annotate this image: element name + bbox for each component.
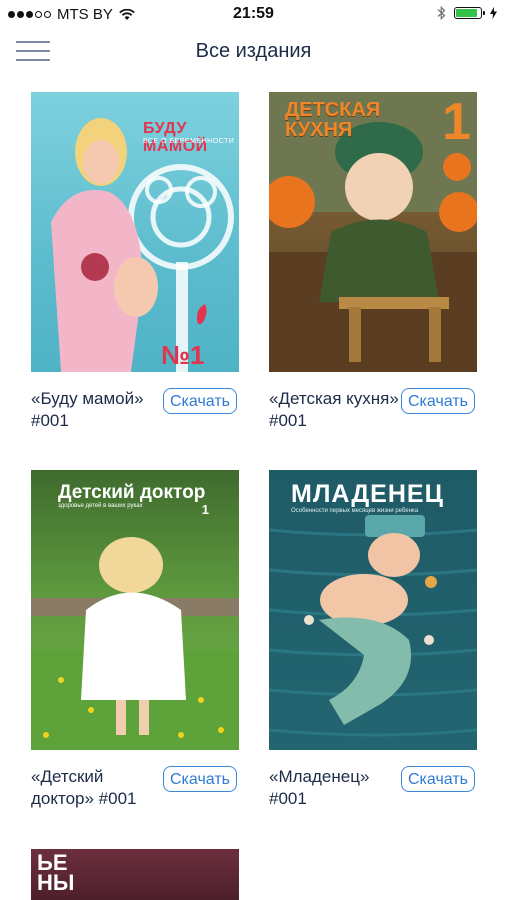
cover-title: ЬЕ НЫ	[37, 852, 75, 895]
issue-caption: «Буду мамой» #001	[31, 389, 144, 430]
download-button[interactable]: Скачать	[163, 766, 237, 792]
cover-title: МЛАДЕНЕЦ	[291, 480, 444, 508]
cover-title: ДЕТСКАЯ КУХНЯ	[285, 100, 380, 140]
bluetooth-icon	[437, 6, 446, 20]
download-button[interactable]: Скачать	[163, 388, 237, 414]
charging-icon	[490, 7, 497, 19]
issue-caption: «Детский доктор» #001	[31, 767, 137, 808]
cover-title: Детский доктор	[58, 482, 206, 503]
cover-subtitle: здоровье детей в ваших руках	[58, 503, 143, 509]
status-bar: MTS BY 21:59	[0, 0, 507, 28]
cover-number: 1	[442, 93, 471, 151]
download-button[interactable]: Скачать	[401, 388, 475, 414]
download-button[interactable]: Скачать	[401, 766, 475, 792]
cover-title-line: КУХНЯ	[285, 119, 353, 141]
magazine-cover[interactable]: ЬЕ НЫ	[31, 849, 239, 900]
page-title: Все издания	[195, 40, 312, 62]
navigation-bar: Все издания	[0, 28, 507, 74]
battery-icon	[454, 7, 485, 19]
magazine-cover[interactable]: Детский доктор здоровье детей в ваших ру…	[31, 470, 239, 750]
clock: 21:59	[233, 5, 274, 22]
issue-caption: «Детская кухня» #001	[269, 389, 399, 430]
cover-subtitle: ВСЕ О БЕРЕМЕННОСТИ	[143, 138, 235, 145]
cover-subtitle: Особенности первых месяцев жизни ребенка	[291, 508, 419, 514]
cover-title-line: ДЕТСКАЯ	[285, 99, 381, 121]
cover-number: №1	[161, 340, 205, 370]
magazine-cover[interactable]: ДЕТСКАЯ КУХНЯ 1	[269, 92, 477, 372]
issue-caption: «Младенец» #001	[269, 767, 370, 808]
cover-title-line: НЫ	[37, 870, 75, 895]
status-right	[437, 6, 497, 20]
magazine-cover[interactable]: МЛАДЕНЕЦ Особенности первых месяцев жизн…	[269, 470, 477, 750]
cover-number: 1	[201, 502, 209, 517]
magazine-cover[interactable]: БУДУ МАМОЙ ВСЕ О БЕРЕМЕННОСТИ №1	[31, 92, 239, 372]
